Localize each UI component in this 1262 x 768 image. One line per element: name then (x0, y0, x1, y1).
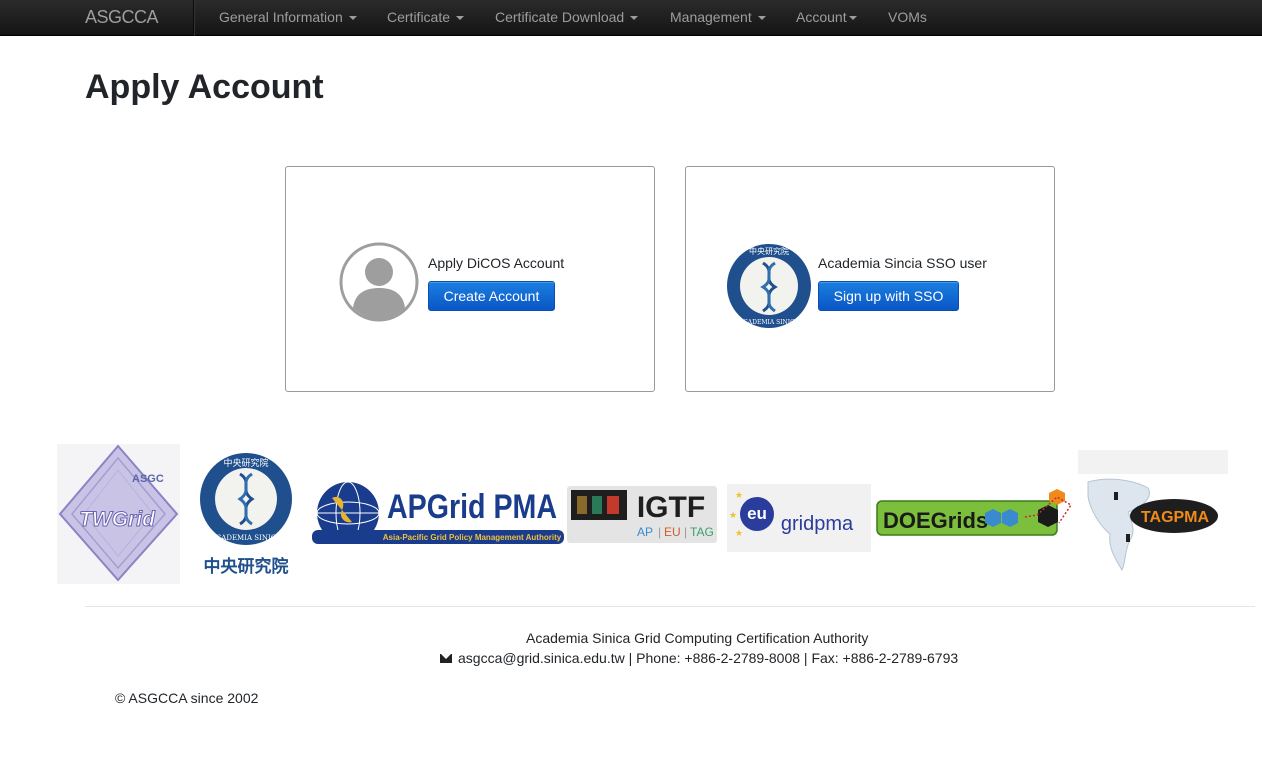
nav-voms-label: VOMs (888, 9, 927, 25)
footer-org-name: Academia Sinica Grid Computing Certifica… (526, 630, 869, 646)
brand-logo[interactable]: ASGCCA (85, 7, 159, 28)
igtf-ap: AP (637, 525, 653, 539)
nav-certificate[interactable]: Certificate (387, 9, 465, 25)
svg-text:|: | (684, 525, 687, 539)
top-navbar: ASGCCA General Information Certificate C… (0, 0, 1262, 36)
doegrids-title: DOEGrids (883, 508, 988, 533)
sign-up-sso-button[interactable]: Sign up with SSO (818, 281, 959, 311)
create-account-button[interactable]: Create Account (428, 281, 555, 311)
footer-email-link[interactable]: asgcca@grid.sinica.edu.tw (458, 650, 625, 666)
dicos-account-label: Apply DiCOS Account (428, 255, 565, 271)
apgrid-subtitle: Asia-Pacific Grid Policy Management Auth… (383, 533, 562, 542)
svg-text:★: ★ (735, 528, 743, 538)
eugrid-title: gridpma (781, 513, 854, 535)
caret-down-icon (757, 16, 766, 21)
svg-text:ACADEMIA SINICA: ACADEMIA SINICA (738, 319, 800, 326)
svg-text:★: ★ (735, 490, 743, 500)
doegrids-logo[interactable]: DOEGrids (875, 487, 1075, 539)
eugrid-eu: eu (747, 504, 767, 523)
sinica-ring-text: ACADEMIA SINICA (210, 534, 282, 542)
footer-copyright: © ASGCCA since 2002 (115, 690, 259, 706)
sso-user-label: Academia Sincia SSO user (818, 255, 987, 271)
igtf-title: IGTF (637, 491, 705, 524)
tagpma-logo[interactable]: TAGPMA (1078, 450, 1228, 572)
dicos-account-card: Apply DiCOS Account Create Account (285, 166, 655, 392)
footer-phone-fax: | Phone: +886-2-2789-8008 | Fax: +886-2-… (624, 650, 959, 666)
svg-text:★: ★ (729, 510, 737, 520)
caret-down-icon (348, 16, 357, 21)
nav-voms[interactable]: VOMs (888, 9, 927, 25)
sso-account-card: 中央研究院 ACADEMIA SINICA Academia Sincia SS… (685, 166, 1055, 392)
caret-down-icon (630, 16, 639, 21)
footer-divider (85, 606, 1255, 607)
twgrid-asgc-text: ASGC (132, 473, 164, 485)
twgrid-logo[interactable]: ASGC TWGrid (57, 444, 180, 584)
nav-certificate-download-label: Certificate Download (495, 9, 625, 25)
sinica-chinese-name: 中央研究院 (204, 556, 289, 577)
svg-text:|: | (658, 525, 661, 539)
caret-down-icon (848, 16, 857, 21)
igtf-logo[interactable]: IGTF AP | EU | TAG (567, 486, 717, 543)
nav-management[interactable]: Management (670, 9, 766, 25)
eugridpma-logo[interactable]: eu ★ ★ ★ gridpma (727, 484, 871, 552)
nav-certificate-label: Certificate (387, 9, 451, 25)
svg-text:中央研究院: 中央研究院 (749, 246, 789, 256)
navbar-divider (193, 0, 194, 36)
academia-sinica-seal-icon: 中央研究院 ACADEMIA SINICA (727, 244, 811, 328)
nav-general-information-label: General Information (219, 9, 343, 25)
twgrid-text: TWGrid (79, 508, 156, 531)
sinica-ring-chinese: 中央研究院 (223, 457, 268, 469)
envelope-icon (440, 654, 452, 663)
nav-account[interactable]: Account (796, 9, 857, 25)
user-avatar-icon (339, 242, 419, 322)
nav-general-information[interactable]: General Information (219, 9, 357, 25)
page-title: Apply Account (85, 68, 324, 106)
footer-contact: asgcca@grid.sinica.edu.tw | Phone: +886-… (440, 650, 958, 666)
nav-account-label: Account (796, 9, 847, 25)
apgrid-title: APGrid PMA (387, 488, 557, 526)
igtf-tag: TAG (690, 525, 714, 539)
nav-management-label: Management (670, 9, 752, 25)
caret-down-icon (456, 16, 465, 21)
academia-sinica-logo[interactable]: 中央研究院 ACADEMIA SINICA 中央研究院 (189, 452, 305, 578)
igtf-eu: EU (664, 525, 681, 539)
tagpma-title: TAGPMA (1141, 509, 1210, 526)
nav-certificate-download[interactable]: Certificate Download (495, 9, 639, 25)
apgrid-pma-logo[interactable]: APGrid PMA Asia-Pacific Grid Policy Mana… (312, 480, 564, 546)
